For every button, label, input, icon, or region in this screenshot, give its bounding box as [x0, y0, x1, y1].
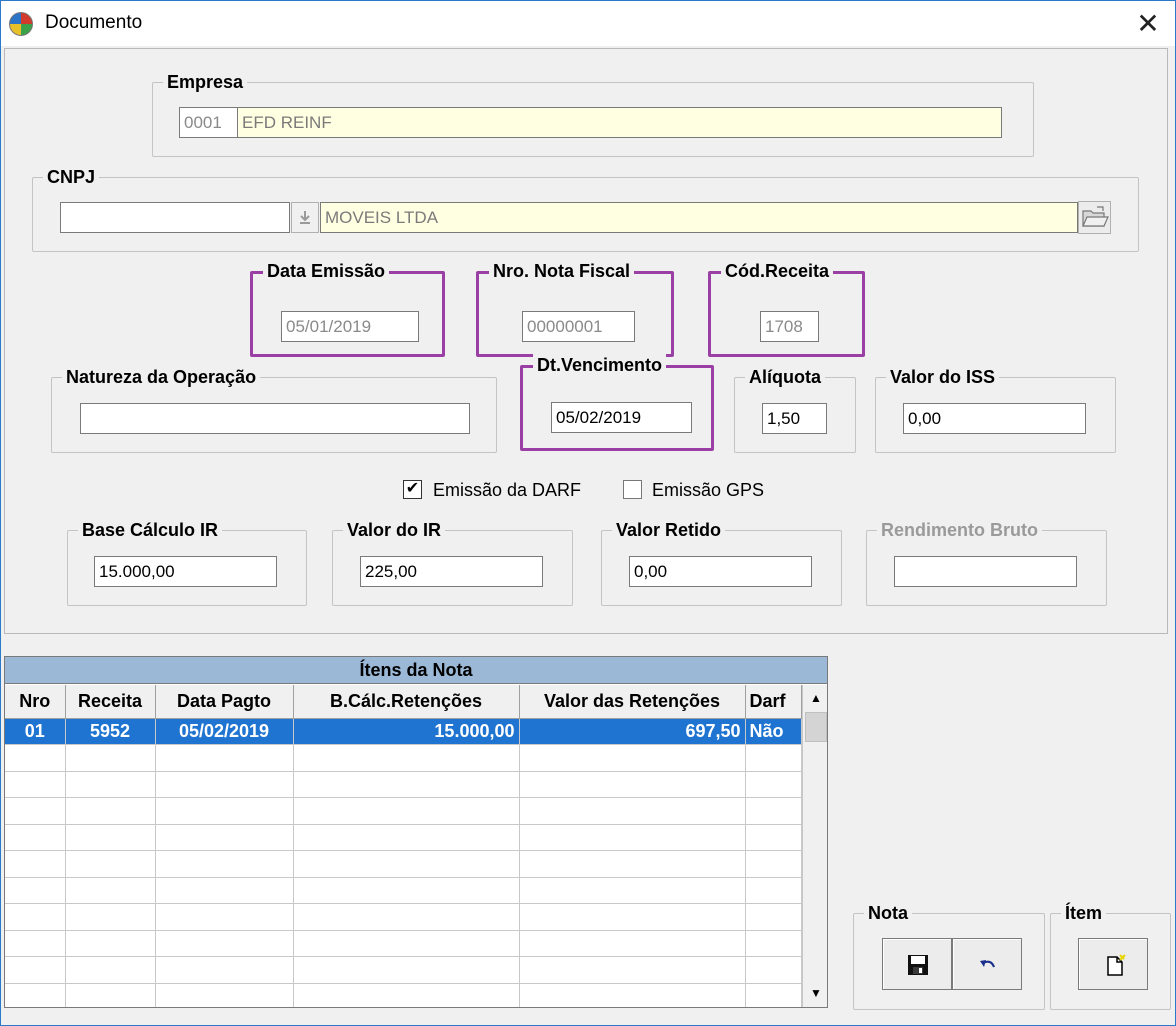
col-header-receita[interactable]: Receita [65, 685, 156, 719]
data-emissao-legend: Data Emissão [263, 260, 390, 282]
valor-ir-legend: Valor do IR [343, 519, 446, 541]
empresa-code-field: 0001 [179, 107, 238, 138]
table-row[interactable] [5, 903, 802, 931]
table-row[interactable] [5, 771, 802, 798]
item-group: Ítem [1050, 902, 1171, 1010]
cell-receita[interactable]: 5952 [65, 718, 156, 745]
base-ir-group: Base Cálculo IR 15.000,00 [67, 519, 307, 606]
valor-retido-legend: Valor Retido [612, 519, 726, 541]
cod-receita-field: 1708 [760, 311, 819, 342]
empresa-name-field: EFD REINF [237, 107, 1002, 138]
natureza-input[interactable] [80, 403, 470, 434]
items-grid-caption: Ítens da Nota [5, 657, 827, 684]
valor-ir-input[interactable]: 225,00 [360, 556, 543, 587]
valor-iss-group: Valor do ISS 0,00 [875, 366, 1116, 453]
cnpj-company-name: MOVEIS LTDA [320, 202, 1078, 233]
emissao-darf-label: Emissão da DARF [433, 480, 582, 500]
new-item-button[interactable] [1078, 938, 1148, 990]
col-header-base[interactable]: B.Cálc.Retenções [293, 685, 520, 719]
aliquota-input[interactable]: 1,50 [762, 403, 827, 434]
scroll-up-icon[interactable]: ▲ [804, 686, 827, 710]
cnpj-open-button[interactable] [1078, 201, 1111, 234]
scroll-thumb[interactable] [805, 712, 827, 742]
undo-button[interactable] [952, 938, 1022, 990]
window-title: Documento [45, 12, 143, 33]
document-window: Documento ✕ Empresa 0001 EFD REINF CNPJ … [0, 0, 1176, 1026]
items-table: Nro Receita Data Pagto B.Cálc.Retenções … [5, 685, 802, 1007]
items-grid[interactable]: Ítens da Nota Nro Receita Data Pagto B.C… [4, 656, 828, 1008]
dt-vencimento-input[interactable]: 05/02/2019 [551, 402, 692, 433]
new-document-icon [1107, 954, 1126, 976]
table-row[interactable] [5, 956, 802, 984]
scroll-down-icon[interactable]: ▼ [804, 981, 827, 1005]
natureza-legend: Natureza da Operação [62, 366, 261, 388]
nota-group: Nota [853, 902, 1045, 1010]
table-row[interactable] [5, 930, 802, 957]
app-icon [9, 12, 33, 36]
folder-open-icon [1082, 206, 1109, 227]
emissao-gps-checkbox[interactable] [623, 480, 642, 499]
nro-nota-group: Nro. Nota Fiscal 00000001 [476, 260, 674, 357]
col-header-darf[interactable]: Darf [745, 685, 802, 719]
document-header-panel: Empresa 0001 EFD REINF CNPJ MOVEIS LTDA [4, 48, 1168, 634]
valor-retido-group: Valor Retido 0,00 [601, 519, 842, 606]
title-bar: Documento ✕ [1, 1, 1175, 46]
table-row[interactable] [5, 744, 802, 772]
col-header-valor[interactable]: Valor das Retenções [519, 685, 746, 719]
grid-vertical-scrollbar[interactable]: ▲ ▼ [802, 685, 827, 1007]
table-row[interactable] [5, 797, 802, 825]
rendimento-bruto-input [894, 556, 1077, 587]
emissao-gps-label: Emissão GPS [652, 480, 765, 500]
valor-iss-input[interactable]: 0,00 [903, 403, 1086, 434]
cell-nro[interactable]: 01 [5, 718, 66, 745]
emissao-darf-checkbox[interactable]: ✔ [403, 480, 422, 499]
aliquota-legend: Alíquota [745, 366, 825, 388]
undo-arrow-icon [980, 960, 996, 968]
cod-receita-group: Cód.Receita 1708 [708, 260, 865, 357]
empresa-group: Empresa 0001 EFD REINF [152, 71, 1034, 157]
dt-vencimento-legend: Dt.Vencimento [533, 354, 667, 376]
cnpj-lookup-button[interactable] [291, 202, 319, 233]
dt-vencimento-group: Dt.Vencimento 05/02/2019 [520, 354, 714, 451]
col-header-nro[interactable]: Nro [5, 685, 66, 719]
table-row[interactable] [5, 983, 802, 1007]
cod-receita-legend: Cód.Receita [721, 260, 834, 282]
items-header-row: Nro Receita Data Pagto B.Cálc.Retenções … [5, 685, 802, 719]
table-row[interactable] [5, 824, 802, 851]
valor-ir-group: Valor do IR 225,00 [332, 519, 573, 606]
data-emissao-group: Data Emissão 05/01/2019 [250, 260, 445, 357]
cnpj-legend: CNPJ [43, 166, 100, 188]
table-row[interactable] [5, 877, 802, 904]
rendimento-bruto-legend: Rendimento Bruto [877, 519, 1042, 541]
valor-iss-legend: Valor do ISS [886, 366, 1000, 388]
cell-base[interactable]: 15.000,00 [293, 718, 520, 745]
data-emissao-field: 05/01/2019 [281, 311, 419, 342]
empresa-legend: Empresa [163, 71, 248, 93]
col-header-data-pagto[interactable]: Data Pagto [155, 685, 294, 719]
close-icon[interactable]: ✕ [1121, 1, 1175, 46]
save-button[interactable] [882, 938, 952, 990]
valor-retido-input[interactable]: 0,00 [629, 556, 812, 587]
table-row[interactable] [5, 850, 802, 878]
cell-darf[interactable]: Não [745, 718, 802, 745]
nota-legend: Nota [864, 902, 912, 924]
natureza-group: Natureza da Operação [51, 366, 497, 453]
base-ir-legend: Base Cálculo IR [78, 519, 223, 541]
item-legend: Ítem [1061, 902, 1107, 924]
cell-valor[interactable]: 697,50 [519, 718, 746, 745]
nro-nota-legend: Nro. Nota Fiscal [489, 260, 635, 282]
cnpj-input[interactable] [60, 202, 290, 233]
download-arrow-icon [300, 211, 310, 224]
cnpj-group: CNPJ MOVEIS LTDA [32, 166, 1139, 252]
base-ir-input[interactable]: 15.000,00 [94, 556, 277, 587]
cell-data-pagto[interactable]: 05/02/2019 [155, 718, 294, 745]
floppy-disk-icon [908, 955, 928, 975]
table-row[interactable]: 01 5952 05/02/2019 15.000,00 697,50 Não [5, 718, 802, 745]
nro-nota-field: 00000001 [522, 311, 635, 342]
rendimento-bruto-group: Rendimento Bruto [866, 519, 1107, 606]
aliquota-group: Alíquota 1,50 [734, 366, 856, 453]
